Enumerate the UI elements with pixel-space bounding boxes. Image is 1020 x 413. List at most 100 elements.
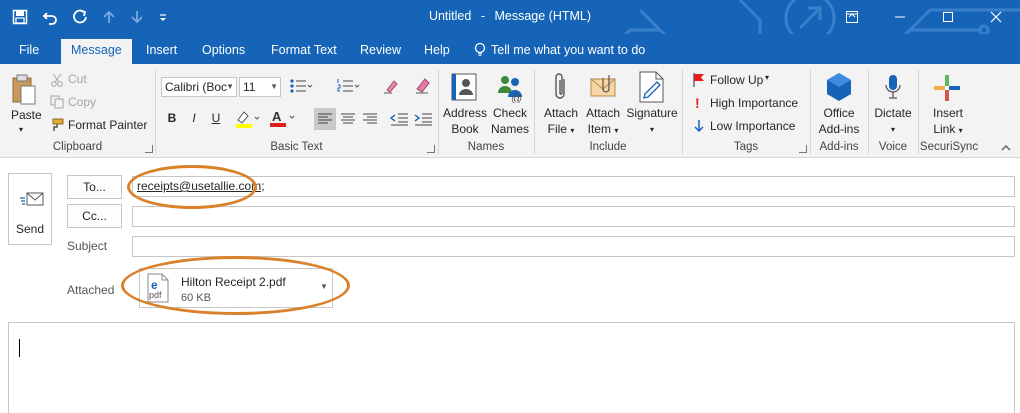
- exclamation-icon: !: [695, 95, 700, 111]
- highlight-color-icon[interactable]: [234, 109, 262, 132]
- attachment-menu-icon[interactable]: ▼: [320, 282, 328, 291]
- subject-label: Subject: [67, 239, 108, 253]
- send-label: Send: [15, 222, 45, 236]
- chevron-down-icon: ▾: [614, 126, 619, 135]
- clipboard-launcher-icon[interactable]: [145, 145, 153, 153]
- font-name-value: Calibri (Boc: [165, 80, 228, 94]
- office-addins-icon: [824, 71, 854, 106]
- paperclip-icon: [550, 71, 572, 106]
- check-names-label-line2: Names: [490, 122, 529, 136]
- insert-link-label-line2: Link ▾: [924, 122, 972, 138]
- font-name-combo[interactable]: Calibri (Boc ▼: [161, 77, 237, 97]
- svg-text:@: @: [511, 93, 522, 103]
- check-names-icon: @: [494, 71, 526, 106]
- tags-launcher-icon[interactable]: [799, 145, 807, 153]
- scissors-icon: [50, 73, 64, 90]
- ribbon-display-options-button[interactable]: [828, 0, 876, 34]
- decrease-indent-icon[interactable]: [388, 108, 410, 133]
- tell-me-box[interactable]: Tell me what you want to do: [474, 39, 645, 64]
- down-arrow-icon: [693, 119, 705, 136]
- tab-review[interactable]: Review: [360, 39, 401, 64]
- cut-button[interactable]: Cut: [68, 72, 87, 86]
- paste-label: Paste: [11, 108, 42, 122]
- to-field[interactable]: receipts@usetallie.com;: [132, 176, 1015, 197]
- underline-button[interactable]: U: [206, 108, 226, 128]
- copy-button[interactable]: Copy: [68, 95, 96, 109]
- tab-options[interactable]: Options: [202, 39, 245, 64]
- align-left-button[interactable]: [314, 108, 336, 130]
- attached-label: Attached: [67, 283, 115, 297]
- to-button[interactable]: To...: [67, 175, 122, 199]
- eraser-icon[interactable]: [414, 75, 432, 98]
- attach-file-label-line1: Attach: [543, 106, 579, 120]
- tab-file[interactable]: File: [19, 39, 39, 64]
- align-right-icon[interactable]: [359, 108, 381, 133]
- tell-me-text: Tell me what you want to do: [491, 43, 646, 57]
- chevron-down-icon: ▾: [958, 126, 963, 135]
- chevron-down-icon: ▼: [226, 82, 234, 91]
- subject-field[interactable]: [132, 236, 1015, 257]
- font-color-icon[interactable]: A: [269, 108, 297, 131]
- office-addins-label-line2: Add-ins: [818, 122, 860, 136]
- include-group-label: Include: [589, 141, 627, 153]
- address-book-label-line1: Address: [443, 106, 488, 120]
- increase-indent-icon[interactable]: [412, 108, 434, 133]
- attachment-name: Hilton Receipt 2.pdf: [181, 275, 286, 289]
- align-center-icon[interactable]: [337, 108, 359, 133]
- clear-formatting-icon[interactable]: [382, 78, 398, 97]
- attachment-size: 60 KB: [181, 292, 211, 304]
- check-names-label-line1: Check: [492, 106, 527, 120]
- insert-link-label-line1: Insert: [932, 106, 963, 120]
- follow-up-label: Follow Up: [710, 73, 764, 87]
- tab-help[interactable]: Help: [424, 39, 450, 64]
- send-button[interactable]: Send: [8, 173, 52, 245]
- lightbulb-icon: [474, 39, 486, 65]
- tab-format-text[interactable]: Format Text: [271, 39, 337, 64]
- document-name: Untitled: [428, 9, 472, 23]
- chevron-down-icon: ▾: [890, 125, 895, 134]
- close-button[interactable]: [972, 0, 1020, 34]
- format-painter-icon: [50, 118, 64, 135]
- collapse-ribbon-icon[interactable]: [1000, 144, 1012, 155]
- names-group-label: Names: [467, 141, 505, 153]
- office-addins-label-line1: Office: [823, 106, 855, 120]
- attach-file-label-text: File: [547, 122, 567, 136]
- dictate-label: Dictate: [874, 106, 912, 120]
- cc-field[interactable]: [132, 206, 1015, 227]
- recipient-email[interactable]: receipts@usetallie.com;: [137, 179, 265, 193]
- italic-button[interactable]: I: [184, 108, 204, 128]
- bold-button[interactable]: B: [162, 108, 182, 128]
- flag-icon: [692, 72, 706, 91]
- attach-item-label-text: Item: [587, 122, 611, 136]
- numbering-icon[interactable]: [336, 78, 360, 97]
- ribbon-tab-bar: File Message Insert Options Format Text …: [0, 34, 1020, 64]
- attach-item-label-line2: Item ▾: [581, 122, 625, 138]
- low-importance-label: Low Importance: [710, 119, 796, 133]
- chevron-down-icon: ▾: [570, 126, 575, 135]
- signature-icon: [637, 70, 667, 107]
- format-painter-button[interactable]: Format Painter: [68, 118, 147, 132]
- bullets-icon[interactable]: [289, 78, 313, 97]
- font-size-combo[interactable]: 11 ▼: [239, 77, 281, 97]
- tab-message[interactable]: Message: [61, 39, 132, 64]
- chevron-down-icon: ▾: [765, 73, 770, 82]
- cc-button[interactable]: Cc...: [67, 204, 122, 228]
- window-type: Message (HTML): [494, 9, 592, 23]
- minimize-button[interactable]: [876, 0, 924, 34]
- message-body[interactable]: [8, 322, 1015, 413]
- microphone-icon: [883, 73, 903, 106]
- attach-item-label-line1: Attach: [585, 106, 621, 120]
- addins-group-label: Add-ins: [819, 141, 859, 153]
- font-size-value: 11: [243, 80, 256, 94]
- tab-insert[interactable]: Insert: [146, 39, 177, 64]
- clipboard-group-label: Clipboard: [52, 141, 103, 153]
- basic-text-launcher-icon[interactable]: [427, 145, 435, 153]
- title-separator: -: [480, 9, 485, 23]
- envelope-icon: [589, 73, 619, 104]
- attachment-card[interactable]: e pdf Hilton Receipt 2.pdf 60 KB ▼: [139, 268, 333, 308]
- text-cursor: [19, 339, 20, 357]
- file-extension: pdf: [149, 290, 162, 300]
- voice-group-label: Voice: [878, 141, 908, 153]
- maximize-button[interactable]: [924, 0, 972, 34]
- attach-file-label-line2: File ▾: [539, 122, 583, 138]
